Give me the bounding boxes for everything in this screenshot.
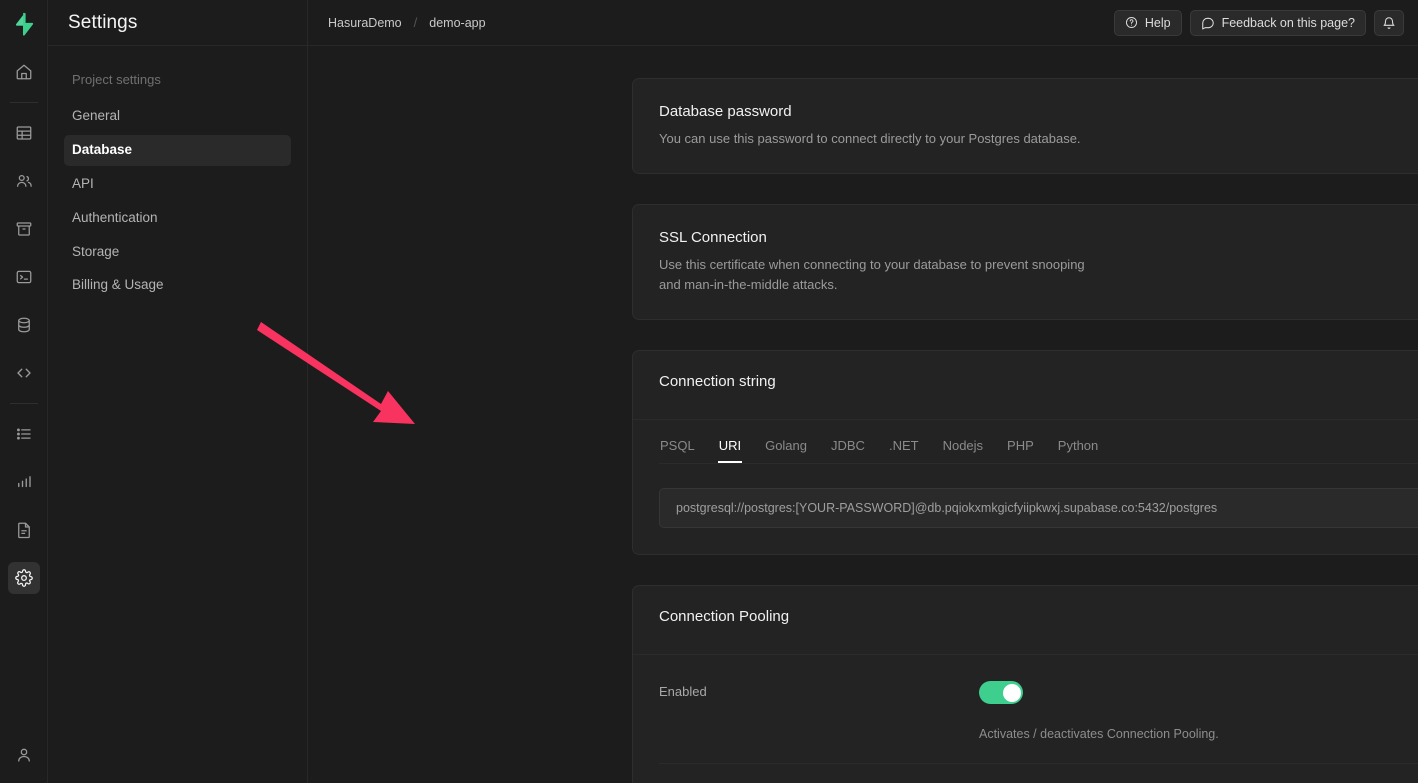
bell-icon bbox=[1382, 16, 1396, 30]
tab-nodejs[interactable]: Nodejs bbox=[942, 432, 984, 463]
toggle-knob bbox=[1003, 684, 1021, 702]
content-inner: Database password You can use this passw… bbox=[632, 78, 1418, 783]
code-icon[interactable] bbox=[8, 357, 40, 389]
sidebar-item-storage[interactable]: Storage bbox=[64, 237, 291, 268]
tab-php[interactable]: PHP bbox=[1006, 432, 1035, 463]
breadcrumb: HasuraDemo / demo-app bbox=[328, 15, 486, 30]
help-button[interactable]: Help bbox=[1114, 10, 1182, 36]
settings-sidebar-header: Settings bbox=[48, 0, 307, 46]
tab-dotnet[interactable]: .NET bbox=[888, 432, 920, 463]
help-button-label: Help bbox=[1145, 16, 1171, 30]
app-root: Settings Project settings General Databa… bbox=[0, 0, 1418, 783]
terminal-icon[interactable] bbox=[8, 261, 40, 293]
pool-mode-row: Pool Mode Transaction bbox=[633, 764, 1418, 783]
tab-uri[interactable]: URI bbox=[718, 432, 742, 463]
ssl-connection-description: Use this certificate when connecting to … bbox=[659, 255, 1089, 295]
main-column: HasuraDemo / demo-app Help Feedback on t… bbox=[308, 0, 1418, 783]
pooling-enabled-toggle[interactable] bbox=[979, 681, 1023, 704]
ssl-connection-texts: SSL Connection Use this certificate when… bbox=[659, 229, 1089, 295]
connection-string-tabs: PSQL URI Golang JDBC .NET Nodejs PHP Pyt… bbox=[659, 420, 1418, 464]
ssl-connection-card: SSL Connection Use this certificate when… bbox=[632, 204, 1418, 320]
breadcrumb-org[interactable]: HasuraDemo bbox=[328, 16, 402, 30]
chat-bubble-icon bbox=[1201, 16, 1215, 30]
database-icon[interactable] bbox=[8, 309, 40, 341]
home-icon[interactable] bbox=[8, 56, 40, 88]
breadcrumb-separator: / bbox=[414, 15, 418, 30]
feedback-button-label: Feedback on this page? bbox=[1222, 16, 1355, 30]
list-icon[interactable] bbox=[8, 418, 40, 450]
pooling-enabled-hint: Activates / deactivates Connection Pooli… bbox=[979, 727, 1418, 741]
connection-pooling-header: Connection Pooling bbox=[633, 586, 1418, 655]
top-bar: HasuraDemo / demo-app Help Feedback on t… bbox=[308, 0, 1418, 46]
settings-sidebar: Settings Project settings General Databa… bbox=[48, 0, 308, 783]
ssl-connection-row: SSL Connection Use this certificate when… bbox=[633, 205, 1418, 319]
database-password-texts: Database password You can use this passw… bbox=[659, 103, 1081, 149]
top-bar-actions: Help Feedback on this page? bbox=[1114, 10, 1404, 36]
document-icon[interactable] bbox=[8, 514, 40, 546]
question-circle-icon bbox=[1125, 16, 1138, 29]
tab-python[interactable]: Python bbox=[1057, 432, 1099, 463]
database-password-title: Database password bbox=[659, 103, 1081, 120]
connection-string-card: Connection string PSQL URI Golang JDBC .… bbox=[632, 350, 1418, 555]
icon-rail bbox=[0, 0, 48, 783]
bar-chart-icon[interactable] bbox=[8, 466, 40, 498]
user-icon[interactable] bbox=[8, 739, 40, 771]
connection-string-input-row: postgresql://postgres:[YOUR-PASSWORD]@db… bbox=[659, 488, 1418, 528]
page-title: Settings bbox=[68, 12, 137, 34]
table-icon[interactable] bbox=[8, 117, 40, 149]
feedback-button[interactable]: Feedback on this page? bbox=[1190, 10, 1366, 36]
connection-pooling-title: Connection Pooling bbox=[659, 608, 1418, 625]
sidebar-item-api[interactable]: API bbox=[64, 169, 291, 200]
tab-golang[interactable]: Golang bbox=[764, 432, 808, 463]
connection-string-value[interactable]: postgresql://postgres:[YOUR-PASSWORD]@db… bbox=[659, 488, 1418, 528]
sidebar-item-billing-usage[interactable]: Billing & Usage bbox=[64, 270, 291, 301]
connection-string-header: Connection string bbox=[633, 351, 1418, 420]
sidebar-item-authentication[interactable]: Authentication bbox=[64, 203, 291, 234]
sidebar-item-database[interactable]: Database bbox=[64, 135, 291, 166]
supabase-logo-icon[interactable] bbox=[0, 0, 48, 48]
tab-jdbc[interactable]: JDBC bbox=[830, 432, 866, 463]
pooling-enabled-control: Activates / deactivates Connection Pooli… bbox=[979, 681, 1418, 741]
sidebar-item-general[interactable]: General bbox=[64, 101, 291, 132]
settings-nav: Project settings General Database API Au… bbox=[48, 46, 307, 304]
gear-icon[interactable] bbox=[8, 562, 40, 594]
pooling-enabled-row: Enabled Activates / deactivates Connecti… bbox=[633, 655, 1418, 763]
database-password-row: Database password You can use this passw… bbox=[633, 79, 1418, 173]
archive-icon[interactable] bbox=[8, 213, 40, 245]
database-password-card: Database password You can use this passw… bbox=[632, 78, 1418, 174]
connection-string-body: PSQL URI Golang JDBC .NET Nodejs PHP Pyt… bbox=[633, 420, 1418, 554]
pooling-enabled-label: Enabled bbox=[659, 681, 979, 741]
connection-string-title: Connection string bbox=[659, 373, 1418, 390]
rail-divider bbox=[10, 102, 38, 103]
notifications-button[interactable] bbox=[1374, 10, 1404, 36]
connection-pooling-card: Connection Pooling Enabled Activates / d… bbox=[632, 585, 1418, 783]
tab-psql[interactable]: PSQL bbox=[659, 432, 696, 463]
rail-divider-2 bbox=[10, 403, 38, 404]
content-scroll-area[interactable]: Database password You can use this passw… bbox=[308, 46, 1418, 783]
database-password-description: You can use this password to connect dir… bbox=[659, 129, 1081, 149]
breadcrumb-project[interactable]: demo-app bbox=[429, 16, 485, 30]
nav-group-label: Project settings bbox=[64, 68, 291, 87]
ssl-connection-title: SSL Connection bbox=[659, 229, 1089, 246]
users-icon[interactable] bbox=[8, 165, 40, 197]
